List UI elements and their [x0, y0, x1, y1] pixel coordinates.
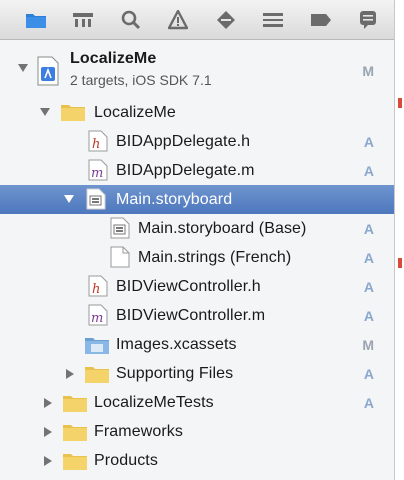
tree-item-main-storyboard[interactable]: Main.storyboard: [0, 185, 394, 214]
search-icon[interactable]: [116, 5, 146, 35]
storyboard-file-icon: [86, 188, 106, 210]
tree-item-label: Images.xcassets: [116, 336, 237, 353]
svg-text:m: m: [91, 166, 103, 181]
source-control-badge: A: [363, 221, 374, 237]
project-root-row[interactable]: LocalizeMe 2 targets, iOS SDK 7.1 M: [0, 46, 394, 96]
disclosure-triangle-closed[interactable]: [44, 427, 52, 437]
list-icon[interactable]: [258, 5, 288, 35]
tree-item-label: Main.strings (French): [138, 249, 292, 266]
editor-edge: [394, 0, 404, 480]
header-file-icon: h: [88, 275, 108, 297]
source-control-badge: A: [363, 395, 374, 411]
source-control-badge: A: [363, 279, 374, 295]
speech-bubble-icon[interactable]: [353, 5, 383, 35]
implementation-file-icon: m: [88, 159, 108, 181]
tag-icon[interactable]: [306, 5, 336, 35]
tree-item-label: LocalizeMe: [94, 104, 176, 121]
breakpoint-diamond-icon[interactable]: [211, 5, 241, 35]
folder-icon: [60, 102, 86, 122]
project-navigator-panel: LocalizeMe 2 targets, iOS SDK 7.1 M Loca…: [0, 0, 404, 480]
tree-item-localizeme-group[interactable]: LocalizeMe: [0, 98, 394, 127]
tree-item-label: BIDViewController.m: [116, 307, 266, 324]
tree-item-localizemetests[interactable]: LocalizeMeTests A: [0, 388, 394, 417]
issue-marker: [398, 258, 402, 268]
source-control-badge: A: [363, 134, 374, 150]
tree-item-frameworks[interactable]: Frameworks: [0, 417, 394, 446]
tree-item-label: LocalizeMeTests: [94, 394, 214, 411]
tree-item-strings-french[interactable]: Main.strings (French) A: [0, 243, 394, 272]
folder-icon: [62, 422, 88, 442]
source-control-badge: A: [363, 366, 374, 382]
disclosure-triangle-closed[interactable]: [44, 456, 52, 466]
tree-item-label: BIDViewController.h: [116, 278, 261, 295]
hierarchy-icon[interactable]: [68, 5, 98, 35]
tree-item-label: Main.storyboard (Base): [138, 220, 307, 237]
header-file-icon: h: [88, 130, 108, 152]
tree-item-images-xcassets[interactable]: Images.xcassets M: [0, 330, 394, 359]
tree-item-products[interactable]: Products: [0, 446, 394, 475]
disclosure-triangle-open[interactable]: [64, 195, 74, 203]
folder-icon: [62, 393, 88, 413]
svg-text:h: h: [92, 282, 100, 297]
storyboard-file-icon: [110, 217, 130, 239]
project-file-icon: [36, 56, 60, 86]
tree-item-label: BIDAppDelegate.h: [116, 133, 251, 150]
warning-icon[interactable]: [163, 5, 193, 35]
project-subtitle: 2 targets, iOS SDK 7.1: [70, 72, 212, 88]
source-control-badge: M: [362, 63, 374, 79]
source-control-badge: M: [362, 337, 374, 353]
disclosure-triangle-open[interactable]: [40, 108, 50, 116]
tree-item-supporting-files[interactable]: Supporting Files A: [0, 359, 394, 388]
folder-icon: [62, 451, 88, 471]
implementation-file-icon: m: [88, 304, 108, 326]
tree-item-label: Main.storyboard: [116, 191, 233, 208]
strings-file-icon: [110, 246, 130, 268]
tree-item-label: Products: [94, 452, 158, 469]
folder-icon[interactable]: [21, 5, 51, 35]
source-control-badge: A: [363, 308, 374, 324]
tree-item-storyboard-base[interactable]: Main.storyboard (Base) A: [0, 214, 394, 243]
tree-item-label: Supporting Files: [116, 365, 234, 382]
folder-icon: [84, 364, 110, 384]
tree-item-viewcontroller-m[interactable]: m BIDViewController.m A: [0, 301, 394, 330]
navigator-toolbar: [0, 0, 404, 40]
tree-item-appdelegate-m[interactable]: m BIDAppDelegate.m A: [0, 156, 394, 185]
tree-item-label: Frameworks: [94, 423, 184, 440]
disclosure-triangle-open[interactable]: [18, 64, 28, 72]
disclosure-triangle-closed[interactable]: [66, 369, 74, 379]
disclosure-triangle-closed[interactable]: [44, 398, 52, 408]
svg-text:h: h: [92, 137, 100, 152]
tree-item-appdelegate-h[interactable]: h BIDAppDelegate.h A: [0, 127, 394, 156]
asset-catalog-icon: [84, 335, 110, 355]
project-name: LocalizeMe: [70, 50, 157, 67]
tree-item-viewcontroller-h[interactable]: h BIDViewController.h A: [0, 272, 394, 301]
project-navigator-tree: LocalizeMe 2 targets, iOS SDK 7.1 M Loca…: [0, 41, 394, 480]
tree-item-label: BIDAppDelegate.m: [116, 162, 255, 179]
source-control-badge: A: [363, 250, 374, 266]
svg-text:m: m: [91, 311, 103, 326]
source-control-badge: A: [363, 163, 374, 179]
issue-marker: [398, 98, 402, 108]
